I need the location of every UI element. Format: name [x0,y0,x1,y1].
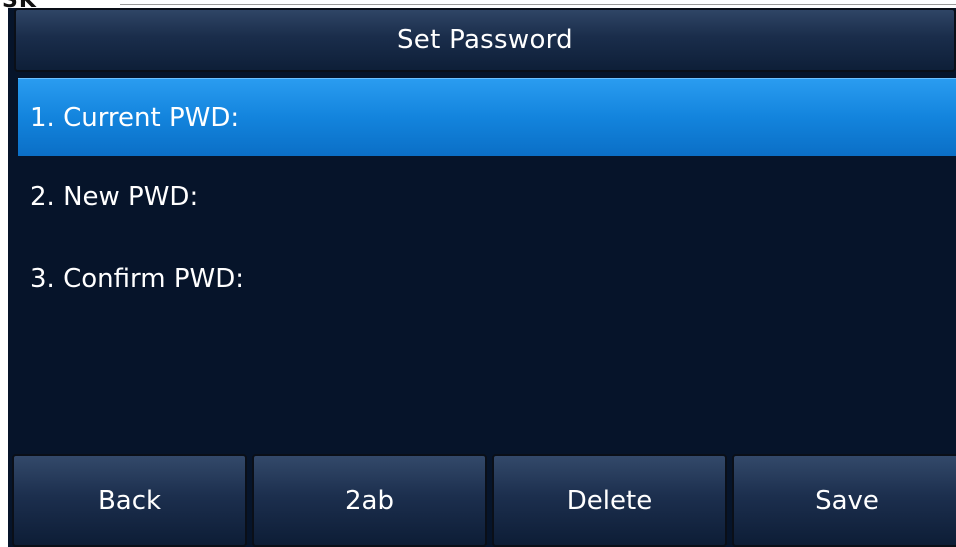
save-button-label: Save [815,485,879,516]
divider [120,4,956,5]
menu-item-new-pwd[interactable]: 2. New PWD: [18,158,956,236]
softkey-bar: Back 2ab Delete Save [12,454,956,547]
menu-item-label: 3. Confirm PWD: [30,264,244,294]
top-bezel: SK [0,0,956,8]
title-bar: Set Password [14,8,956,72]
back-button[interactable]: Back [12,454,247,547]
delete-button-label: Delete [566,485,653,516]
menu-item-label: 1. Current PWD: [30,102,240,133]
input-mode-button[interactable]: 2ab [252,454,487,547]
menu-item-confirm-pwd[interactable]: 3. Confirm PWD: [18,240,956,318]
page-title: Set Password [396,25,573,55]
input-mode-button-label: 2ab [345,485,394,516]
brand-logo-fragment: SK [2,0,37,8]
back-button-label: Back [97,485,162,516]
save-button[interactable]: Save [732,454,956,547]
delete-button[interactable]: Delete [492,454,727,547]
phone-screen: Set Password 1. Current PWD: 2. New PWD:… [8,8,956,547]
menu-item-current-pwd[interactable]: 1. Current PWD: [18,78,956,156]
menu-item-label: 2. New PWD: [30,182,199,212]
